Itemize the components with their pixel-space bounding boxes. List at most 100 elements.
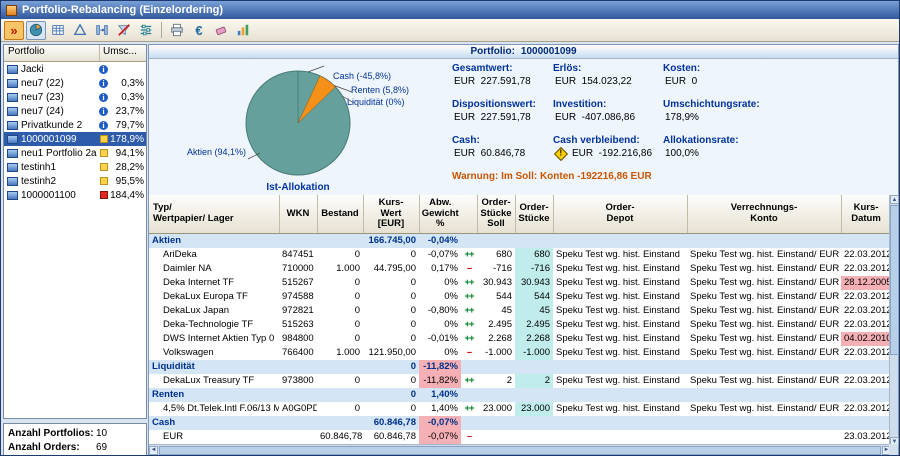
table-view-icon[interactable]: [48, 21, 68, 40]
order-depot: Speku Test wg. hist. Einstand: [553, 248, 687, 262]
print-icon[interactable]: [167, 21, 187, 40]
kurs-datum: [841, 360, 891, 374]
group-name: Renten: [149, 388, 279, 402]
delta-icon[interactable]: [70, 21, 90, 40]
kurswert: 0: [363, 332, 419, 346]
vertical-scrollbar[interactable]: ▲ ▼: [889, 195, 898, 446]
bestand: 0: [317, 248, 363, 262]
umschichtung-column-header[interactable]: Umsc...: [100, 45, 146, 61]
order-stuecke-soll: 544: [477, 290, 515, 304]
sliders-icon[interactable]: [136, 21, 156, 40]
order-stuecke-soll: 680: [477, 248, 515, 262]
order-stuecke: [515, 360, 553, 374]
filter-off-icon[interactable]: [114, 21, 134, 40]
security-row[interactable]: DekaLux Japan97282100-0,80%++4545Speku T…: [149, 304, 891, 318]
column-header[interactable]: Bestand: [317, 195, 363, 234]
umschichtung-value: 94,1%: [108, 148, 144, 159]
security-row[interactable]: Deka-Technologie TF515263000%++2.4952.49…: [149, 318, 891, 332]
vertical-scroll-thumb[interactable]: [890, 205, 899, 355]
portfolio-item[interactable]: neu7 (23)i0,3%: [4, 90, 146, 104]
execute-orders-icon[interactable]: »: [4, 21, 24, 40]
column-header[interactable]: [461, 195, 477, 234]
summary-dispositionswert: Dispositionswert:EUR 227.591,78: [452, 99, 553, 123]
portfolio-item[interactable]: Jackii: [4, 62, 146, 76]
horizontal-scrollbar[interactable]: ◄ ►: [149, 444, 891, 455]
compare-icon[interactable]: [92, 21, 112, 40]
security-name: DekaLux Japan: [149, 304, 279, 318]
order-depot: [553, 388, 687, 402]
pie-view-icon[interactable]: [26, 21, 46, 40]
group-row[interactable]: Aktien166.745,00-0,04%: [149, 234, 891, 249]
security-row[interactable]: Daimler NA7100001.00044.795,000,17%---71…: [149, 262, 891, 276]
order-depot: Speku Test wg. hist. Einstand: [553, 402, 687, 416]
security-row[interactable]: EUR60.846,7860.846,78-0,07%–23.03.2012: [149, 430, 891, 444]
portfolio-icon: [7, 93, 18, 102]
group-row[interactable]: Cash60.846,78-0,07%: [149, 416, 891, 430]
title-bar[interactable]: Portfolio-Rebalancing (Einzelordering): [1, 1, 899, 19]
eraser-icon[interactable]: [211, 21, 231, 40]
verrechnungs-konto: Speku Test wg. hist. Einstand/ EUR: [687, 248, 841, 262]
column-header[interactable]: Abw. Gewicht %: [419, 195, 461, 234]
info-icon[interactable]: i: [99, 79, 108, 88]
column-header[interactable]: Order- Depot: [553, 195, 687, 234]
security-row[interactable]: Deka Internet TF515267000%++30.94330.943…: [149, 276, 891, 290]
security-row[interactable]: Volkswagen7664001.000121.950,000%---1.00…: [149, 346, 891, 360]
column-header[interactable]: Verrechnungs- Konto: [687, 195, 841, 234]
portfolio-item[interactable]: testinh128,2%: [4, 160, 146, 174]
warning-status-icon: [100, 149, 108, 157]
scroll-up-button[interactable]: ▲: [890, 195, 899, 204]
info-icon[interactable]: i: [99, 107, 108, 116]
positions-table-wrap: Typ/ Wertpapier/ LagerWKNBestandKurs- We…: [149, 195, 891, 446]
umschichtung-value: 184,4%: [108, 190, 144, 201]
info-icon[interactable]: i: [99, 93, 108, 102]
order-stuecke-soll: [477, 360, 515, 374]
table-header-row: Typ/ Wertpapier/ LagerWKNBestandKurs- We…: [149, 195, 891, 234]
order-stuecke-soll: [477, 430, 515, 444]
column-header[interactable]: Order- Stücke Soll: [477, 195, 515, 234]
column-header[interactable]: WKN: [279, 195, 317, 234]
portfolio-item[interactable]: testinh295,5%: [4, 174, 146, 188]
group-row[interactable]: Renten01,40%: [149, 388, 891, 402]
warning-status-icon: [100, 135, 108, 143]
security-row[interactable]: 4,5% Dt.Telek.Intl F.06/13 MTNA0G0PD001,…: [149, 402, 891, 416]
security-row[interactable]: DWS Internet Aktien Typ 098480000-0,01%+…: [149, 332, 891, 346]
group-row[interactable]: Liquidität0-11,82%: [149, 360, 891, 374]
verrechnungs-konto: Speku Test wg. hist. Einstand/ EUR: [687, 374, 841, 388]
portfolio-item[interactable]: neu1 Portfolio 2a94,1%: [4, 146, 146, 160]
info-icon[interactable]: i: [99, 65, 108, 74]
group-name: Liquidität: [149, 360, 279, 374]
portfolio-icon: [7, 191, 18, 200]
portfolio-item[interactable]: 1000001100184,4%: [4, 188, 146, 202]
security-row[interactable]: AriDeka84745100-0,07%++680680Speku Test …: [149, 248, 891, 262]
column-header[interactable]: Kurs- Wert [EUR]: [363, 195, 419, 234]
abw-gewicht: 0%: [419, 318, 461, 332]
portfolio-column-header[interactable]: Portfolio: [4, 45, 100, 61]
abw-gewicht: 0%: [419, 276, 461, 290]
pie-label-liquiditaet: Liquidität (0%): [347, 97, 405, 107]
security-row[interactable]: DekaLux Europa TF974588000%++544544Speku…: [149, 290, 891, 304]
order-stuecke-soll: [477, 234, 515, 249]
summary-value: EUR 227.591,78: [452, 76, 553, 87]
portfolio-item[interactable]: neu7 (24)i23,7%: [4, 104, 146, 118]
portfolio-item[interactable]: neu7 (22)i0,3%: [4, 76, 146, 90]
euro-icon[interactable]: €: [189, 21, 209, 40]
column-header[interactable]: Typ/ Wertpapier/ Lager: [149, 195, 279, 234]
order-stuecke-soll: 2.495: [477, 318, 515, 332]
chart-icon[interactable]: [233, 21, 253, 40]
security-row[interactable]: DekaLux Treasury TF97380000-11,82%++22Sp…: [149, 374, 891, 388]
trend: [461, 360, 477, 374]
trend-indicator: ++: [461, 248, 477, 262]
portfolio-icon: [7, 163, 18, 172]
summary-cash-verbleibend: Cash verbleibend:!EUR -192.216,86: [553, 135, 663, 159]
column-header[interactable]: Order- Stücke: [515, 195, 553, 234]
warning-status-icon: [100, 163, 108, 171]
column-header[interactable]: Kurs- Datum: [841, 195, 891, 234]
info-icon[interactable]: i: [99, 121, 108, 130]
portfolio-list-header[interactable]: Portfolio Umsc...: [4, 45, 146, 62]
horizontal-scroll-thumb[interactable]: [159, 446, 881, 455]
portfolio-item[interactable]: 1000001099178,9%: [4, 132, 146, 146]
main-panel: Portfolio: 1000001099 Cash (-45,8%) Rent…: [148, 44, 899, 456]
scroll-left-button[interactable]: ◄: [149, 446, 158, 455]
portfolio-item[interactable]: Privatkunde 2i79,7%: [4, 118, 146, 132]
summary-label: Kosten:: [663, 63, 897, 74]
